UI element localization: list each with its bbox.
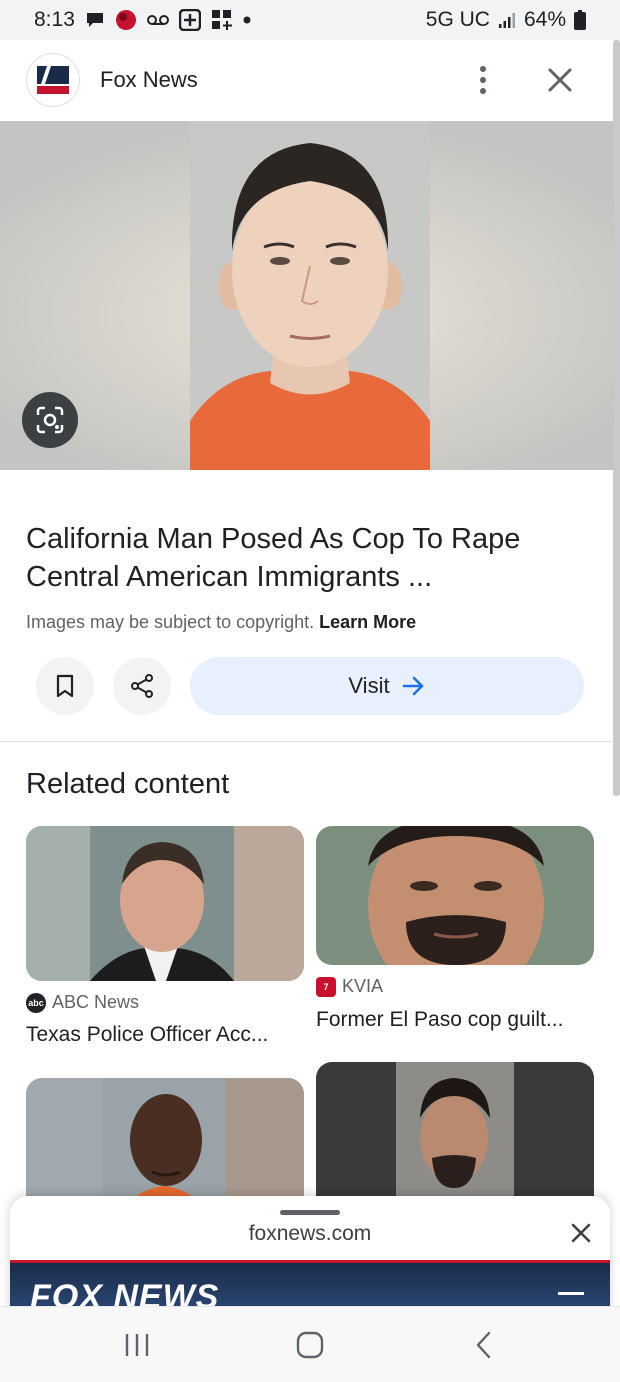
result-title[interactable]: California Man Posed As Cop To Rape Cent…	[26, 520, 586, 596]
apps-add-icon	[211, 9, 233, 31]
site-preview-sheet[interactable]: foxnews.com FOX NEWS	[10, 1196, 610, 1316]
recent-apps-icon	[125, 1334, 149, 1356]
back-icon	[476, 1331, 491, 1359]
status-time: 8:13	[34, 8, 75, 31]
back-button[interactable]	[464, 1329, 504, 1361]
bookmark-icon	[56, 674, 74, 698]
add-box-icon	[178, 9, 201, 31]
learn-more-link[interactable]: Learn More	[319, 612, 416, 632]
related-card-image[interactable]	[26, 826, 304, 981]
mugshot-photo	[190, 121, 430, 470]
fox-news-logo-icon[interactable]	[26, 53, 80, 107]
visit-button[interactable]: Visit	[190, 657, 584, 715]
site-title[interactable]: Fox News	[100, 67, 198, 93]
chat-icon	[85, 11, 105, 29]
home-button[interactable]	[290, 1329, 330, 1361]
related-card-image[interactable]	[316, 826, 594, 965]
more-vert-icon	[480, 66, 486, 72]
dot-icon	[243, 16, 251, 24]
related-card-source: abc ABC News	[26, 992, 139, 1013]
app-notification-icon	[115, 9, 137, 31]
related-card-title[interactable]: Former El Paso cop guilt...	[316, 1008, 563, 1032]
visit-label: Visit	[348, 673, 390, 698]
system-navigation-bar	[0, 1306, 620, 1382]
share-icon	[131, 674, 153, 698]
lens-icon	[36, 406, 64, 434]
battery-icon	[574, 10, 586, 30]
related-card-source: 7 KVIA	[316, 976, 383, 997]
sheet-close-button[interactable]	[568, 1220, 594, 1246]
source-name: ABC News	[52, 992, 140, 1012]
google-lens-button[interactable]	[22, 392, 78, 448]
related-content-heading: Related content	[26, 768, 230, 800]
battery-label: 64%	[523, 8, 566, 31]
result-image[interactable]	[0, 121, 614, 470]
network-label: 5G UC	[425, 8, 490, 31]
hamburger-menu-icon	[558, 1292, 584, 1295]
save-button[interactable]	[36, 657, 94, 715]
abc-news-logo-icon: abc	[26, 992, 46, 1013]
drag-handle[interactable]	[280, 1210, 340, 1215]
share-button[interactable]	[113, 657, 171, 715]
close-icon	[571, 1223, 591, 1243]
recent-apps-button[interactable]	[117, 1329, 157, 1361]
home-icon	[296, 1331, 324, 1359]
more-options-button[interactable]	[468, 62, 498, 98]
status-bar: 8:13 5G UC 64%	[0, 0, 620, 40]
arrow-right-icon	[402, 676, 423, 696]
source-name: KVIA	[342, 976, 384, 996]
close-icon	[548, 68, 572, 92]
section-divider	[0, 741, 614, 742]
close-button[interactable]	[544, 64, 576, 96]
copyright-notice: Images may be subject to copyright. Lear…	[26, 612, 416, 633]
kvia-logo-icon: 7	[316, 976, 336, 997]
voicemail-icon	[146, 14, 169, 26]
sheet-domain: foxnews.com	[248, 1222, 372, 1245]
scrollbar[interactable]	[613, 40, 620, 796]
copyright-text: Images may be subject to copyright.	[26, 612, 315, 632]
signal-icon	[498, 11, 516, 29]
related-card-title[interactable]: Texas Police Officer Acc...	[26, 1023, 268, 1047]
lens-result-header: Fox News	[0, 40, 614, 120]
